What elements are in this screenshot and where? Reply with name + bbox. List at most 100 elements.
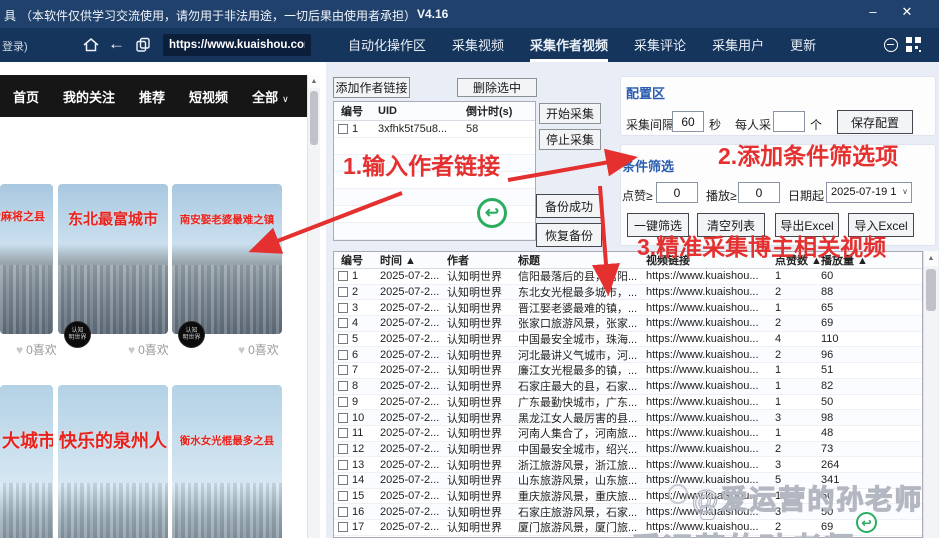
save-config-button[interactable]: 保存配置: [837, 110, 913, 134]
kuaishou-menu-item-1[interactable]: 首页: [13, 87, 39, 106]
video-row-id: 3: [352, 302, 358, 314]
row-checkbox[interactable]: [338, 475, 348, 485]
start-collect-button[interactable]: 开始采集: [539, 103, 601, 124]
video-cell-link[interactable]: https://www.kuaishou...: [646, 380, 775, 392]
scroll-up-icon[interactable]: ▲: [308, 75, 320, 88]
row-checkbox[interactable]: [338, 271, 348, 281]
per-person-input[interactable]: [773, 111, 805, 132]
plays-filter-input[interactable]: [738, 182, 780, 203]
video-cell-link[interactable]: https://www.kuaishou...: [646, 302, 775, 314]
minimize-button[interactable]: –: [862, 4, 884, 19]
video-cell-link[interactable]: https://www.kuaishou...: [646, 333, 775, 345]
video-cell-link[interactable]: https://www.kuaishou...: [646, 286, 775, 298]
author-row[interactable]: 13xfhk5t75u8...58: [334, 121, 535, 138]
green-return-icon[interactable]: ↩: [477, 198, 507, 228]
likes-filter-input[interactable]: [656, 182, 698, 203]
backup-success-button[interactable]: 备份成功: [536, 194, 602, 218]
author-avatar[interactable]: 认知明世界: [178, 321, 205, 348]
nav-tab-3[interactable]: 采集作者视频: [530, 28, 608, 62]
video-row[interactable]: 102025-07-2...认知明世界黑龙江女人最厉害的县...https://…: [334, 410, 922, 426]
row-checkbox[interactable]: [338, 460, 348, 470]
nav-tab-1[interactable]: 自动化操作区: [348, 28, 426, 62]
video-card[interactable]: 东北最富城市: [58, 184, 168, 334]
left-scrollbar-thumb[interactable]: [310, 91, 318, 145]
video-row[interactable]: 62025-07-2...认知明世界河北最讲义气城市，河...https://w…: [334, 347, 922, 363]
kuaishou-menu-item-2[interactable]: 我的关注: [63, 87, 115, 106]
video-row-id: 11: [352, 427, 363, 439]
video-card[interactable]: 衡水女光棍最多之县: [172, 385, 282, 538]
row-checkbox[interactable]: [338, 522, 348, 532]
interval-input[interactable]: [672, 111, 704, 132]
video-row[interactable]: 92025-07-2...认知明世界广东最勤快城市，广东...https://w…: [334, 395, 922, 411]
delete-selected-button[interactable]: 删除选中: [457, 78, 537, 97]
video-row[interactable]: 22025-07-2...认知明世界东北女光棍最多城市，...https://w…: [334, 285, 922, 301]
nav-tab-5[interactable]: 采集用户: [712, 28, 764, 62]
video-col-header[interactable]: 标题: [518, 252, 646, 268]
row-checkbox[interactable]: [338, 428, 348, 438]
row-checkbox[interactable]: [338, 397, 348, 407]
video-row[interactable]: 112025-07-2...认知明世界河南人集合了，河南旅...https://…: [334, 426, 922, 442]
video-cell-id: 16: [334, 506, 380, 518]
nav-tab-2[interactable]: 采集视频: [452, 28, 504, 62]
row-checkbox[interactable]: [338, 444, 348, 454]
close-button[interactable]: ✕: [896, 4, 918, 20]
author-avatar[interactable]: 认知明世界: [64, 321, 91, 348]
row-checkbox[interactable]: [338, 365, 348, 375]
restore-backup-button[interactable]: 恢复备份: [536, 223, 602, 247]
video-row[interactable]: 42025-07-2...认知明世界张家口旅游风景，张家...https://w…: [334, 316, 922, 332]
video-row[interactable]: 82025-07-2...认知明世界石家庄最大的县，石家...https://w…: [334, 379, 922, 395]
video-card[interactable]: 南安娶老婆最难之镇: [172, 184, 282, 334]
row-checkbox[interactable]: [338, 287, 348, 297]
url-input[interactable]: [163, 34, 311, 56]
circle-minus-icon[interactable]: [884, 38, 898, 52]
add-author-link-button[interactable]: 添加作者链接: [333, 77, 410, 98]
copy-pages-icon[interactable]: [134, 36, 152, 59]
video-cell-link[interactable]: https://www.kuaishou...: [646, 443, 775, 455]
row-checkbox[interactable]: [338, 350, 348, 360]
video-row[interactable]: 32025-07-2...认知明世界晋江娶老婆最难的镇，...https://w…: [334, 300, 922, 316]
home-icon[interactable]: [82, 36, 100, 59]
video-cell-link[interactable]: https://www.kuaishou...: [646, 364, 775, 376]
row-checkbox[interactable]: [338, 491, 348, 501]
nav-tab-6[interactable]: 更新: [790, 28, 816, 62]
kuaishou-menu-item-3[interactable]: 推荐: [139, 87, 165, 106]
table-scrollbar-thumb[interactable]: [926, 269, 936, 311]
table-scrollbar[interactable]: ▲: [923, 251, 938, 538]
video-col-header[interactable]: 时间 ▲: [380, 252, 447, 268]
video-row[interactable]: 122025-07-2...认知明世界中国最安全城市，绍兴...https://…: [334, 442, 922, 458]
video-card[interactable]: 快乐的泉州人: [58, 385, 168, 538]
video-row[interactable]: 132025-07-2...认知明世界浙江旅游风景，浙江旅...https://…: [334, 457, 922, 473]
video-cell-link[interactable]: https://www.kuaishou...: [646, 427, 775, 439]
video-cell-link[interactable]: https://www.kuaishou...: [646, 412, 775, 424]
row-checkbox[interactable]: [338, 334, 348, 344]
video-row[interactable]: 12025-07-2...认知明世界信阳最落后的县，信阳...https://w…: [334, 269, 922, 285]
video-cell-link[interactable]: https://www.kuaishou...: [646, 396, 775, 408]
date-from-select[interactable]: 2025-07-19 1 ∨: [826, 182, 912, 203]
back-icon[interactable]: ←: [108, 34, 125, 54]
stop-collect-button[interactable]: 停止采集: [539, 129, 601, 150]
video-row[interactable]: 52025-07-2...认知明世界中国最安全城市，珠海...https://w…: [334, 332, 922, 348]
grid-qr-icon[interactable]: [906, 37, 921, 57]
heart-icon: ♥: [16, 343, 23, 357]
video-card[interactable]: 爱麻将之县: [0, 184, 53, 334]
nav-tab-4[interactable]: 采集评论: [634, 28, 686, 62]
video-cell-link[interactable]: https://www.kuaishou...: [646, 349, 775, 361]
row-checkbox[interactable]: [338, 318, 348, 328]
video-col-header[interactable]: 编号: [334, 252, 380, 268]
video-cell-link[interactable]: https://www.kuaishou...: [646, 317, 775, 329]
video-row[interactable]: 72025-07-2...认知明世界廉江女光棍最多的镇，...https://w…: [334, 363, 922, 379]
row-checkbox[interactable]: [338, 303, 348, 313]
kuaishou-menu-item-4[interactable]: 短视频: [189, 87, 228, 106]
row-checkbox[interactable]: [338, 381, 348, 391]
video-card[interactable]: 大城市: [0, 385, 53, 538]
video-cell-likes: 4: [775, 333, 821, 345]
kuaishou-menu-item-5[interactable]: 全部∨: [252, 87, 289, 106]
table-scroll-up-icon[interactable]: ▲: [924, 251, 938, 266]
left-scrollbar[interactable]: ▲: [307, 75, 320, 538]
row-checkbox[interactable]: [338, 507, 348, 517]
row-checkbox[interactable]: [338, 124, 348, 134]
row-checkbox[interactable]: [338, 413, 348, 423]
video-cell-link[interactable]: https://www.kuaishou...: [646, 459, 775, 471]
video-col-header[interactable]: 作者: [447, 252, 518, 268]
video-cell-link[interactable]: https://www.kuaishou...: [646, 270, 775, 282]
